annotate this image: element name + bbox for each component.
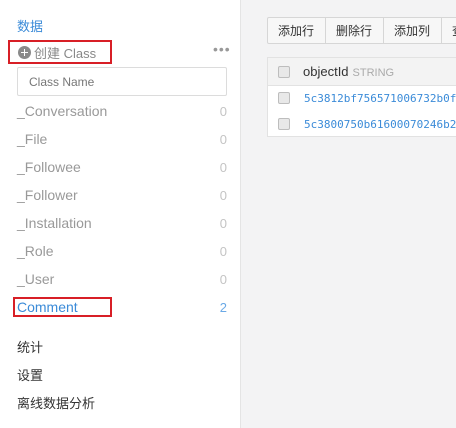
- select-all-checkbox[interactable]: [278, 66, 290, 78]
- more-dots-icon[interactable]: •••: [213, 42, 231, 56]
- class-item-file[interactable]: _File 0: [17, 129, 228, 149]
- class-item-installation[interactable]: _Installation 0: [17, 213, 228, 233]
- row-checkbox[interactable]: [278, 118, 290, 130]
- sidebar: 数据 创建 Class ••• _Conversation 0 _File 0 …: [0, 0, 241, 428]
- class-item-label: _File: [17, 131, 48, 147]
- class-item-label: _Installation: [17, 215, 92, 231]
- section-title-data[interactable]: 数据: [17, 16, 43, 35]
- table-row-objectid[interactable]: 5c3812bf756571006732b0f6: [304, 92, 456, 105]
- table-header: objectId STRING: [268, 58, 456, 86]
- plus-circle-icon: [18, 45, 31, 59]
- create-class-button[interactable]: 创建 Class: [8, 40, 112, 64]
- class-item-count: 0: [219, 271, 227, 287]
- class-item-count: 0: [219, 131, 227, 147]
- add-row-button[interactable]: 添加行: [268, 18, 327, 43]
- column-header-objectid[interactable]: objectId STRING: [303, 64, 394, 79]
- class-item-label: _Conversation: [17, 103, 108, 119]
- query-button[interactable]: 查: [442, 18, 456, 43]
- data-table: objectId STRING 5c3812bf756571006732b0f6 …: [267, 57, 456, 137]
- nav-link-offline-analytics[interactable]: 离线数据分析: [17, 393, 95, 412]
- table-row-objectid[interactable]: 5c3800750b61600070246b29: [304, 118, 456, 131]
- class-item-count: 0: [219, 215, 227, 231]
- column-type: STRING: [352, 67, 395, 79]
- row-checkbox[interactable]: [278, 92, 290, 104]
- class-item-label: _Role: [17, 243, 54, 259]
- class-item-conversation[interactable]: _Conversation 0: [17, 101, 228, 121]
- class-item-follower[interactable]: _Follower 0: [17, 185, 228, 205]
- class-item-count: 2: [219, 299, 227, 315]
- class-item-comment[interactable]: Comment 2: [17, 297, 228, 317]
- class-item-followee[interactable]: _Followee 0: [17, 157, 228, 177]
- class-item-count: 0: [219, 159, 227, 175]
- nav-link-statistics[interactable]: 统计: [17, 337, 43, 356]
- column-name: objectId: [303, 64, 349, 79]
- class-item-label: _Followee: [17, 159, 81, 175]
- class-item-role[interactable]: _Role 0: [17, 241, 228, 261]
- class-item-count: 0: [219, 243, 227, 259]
- class-name-search-input[interactable]: [17, 67, 227, 96]
- add-column-button[interactable]: 添加列: [384, 18, 443, 43]
- class-item-count: 0: [219, 187, 227, 203]
- class-item-label: _User: [17, 271, 55, 287]
- class-item-label: Comment: [17, 299, 78, 315]
- toolbar: 添加行 删除行 添加列 查: [267, 17, 456, 44]
- nav-link-settings[interactable]: 设置: [17, 365, 43, 384]
- create-class-label: 创建 Class: [34, 45, 97, 61]
- delete-row-button[interactable]: 删除行: [326, 18, 385, 43]
- class-item-label: _Follower: [17, 187, 78, 203]
- class-item-count: 0: [219, 103, 227, 119]
- main-content: 添加行 删除行 添加列 查 objectIdSTRING 5c3812bf756…: [242, 0, 456, 428]
- class-item-user[interactable]: _User 0: [17, 269, 228, 289]
